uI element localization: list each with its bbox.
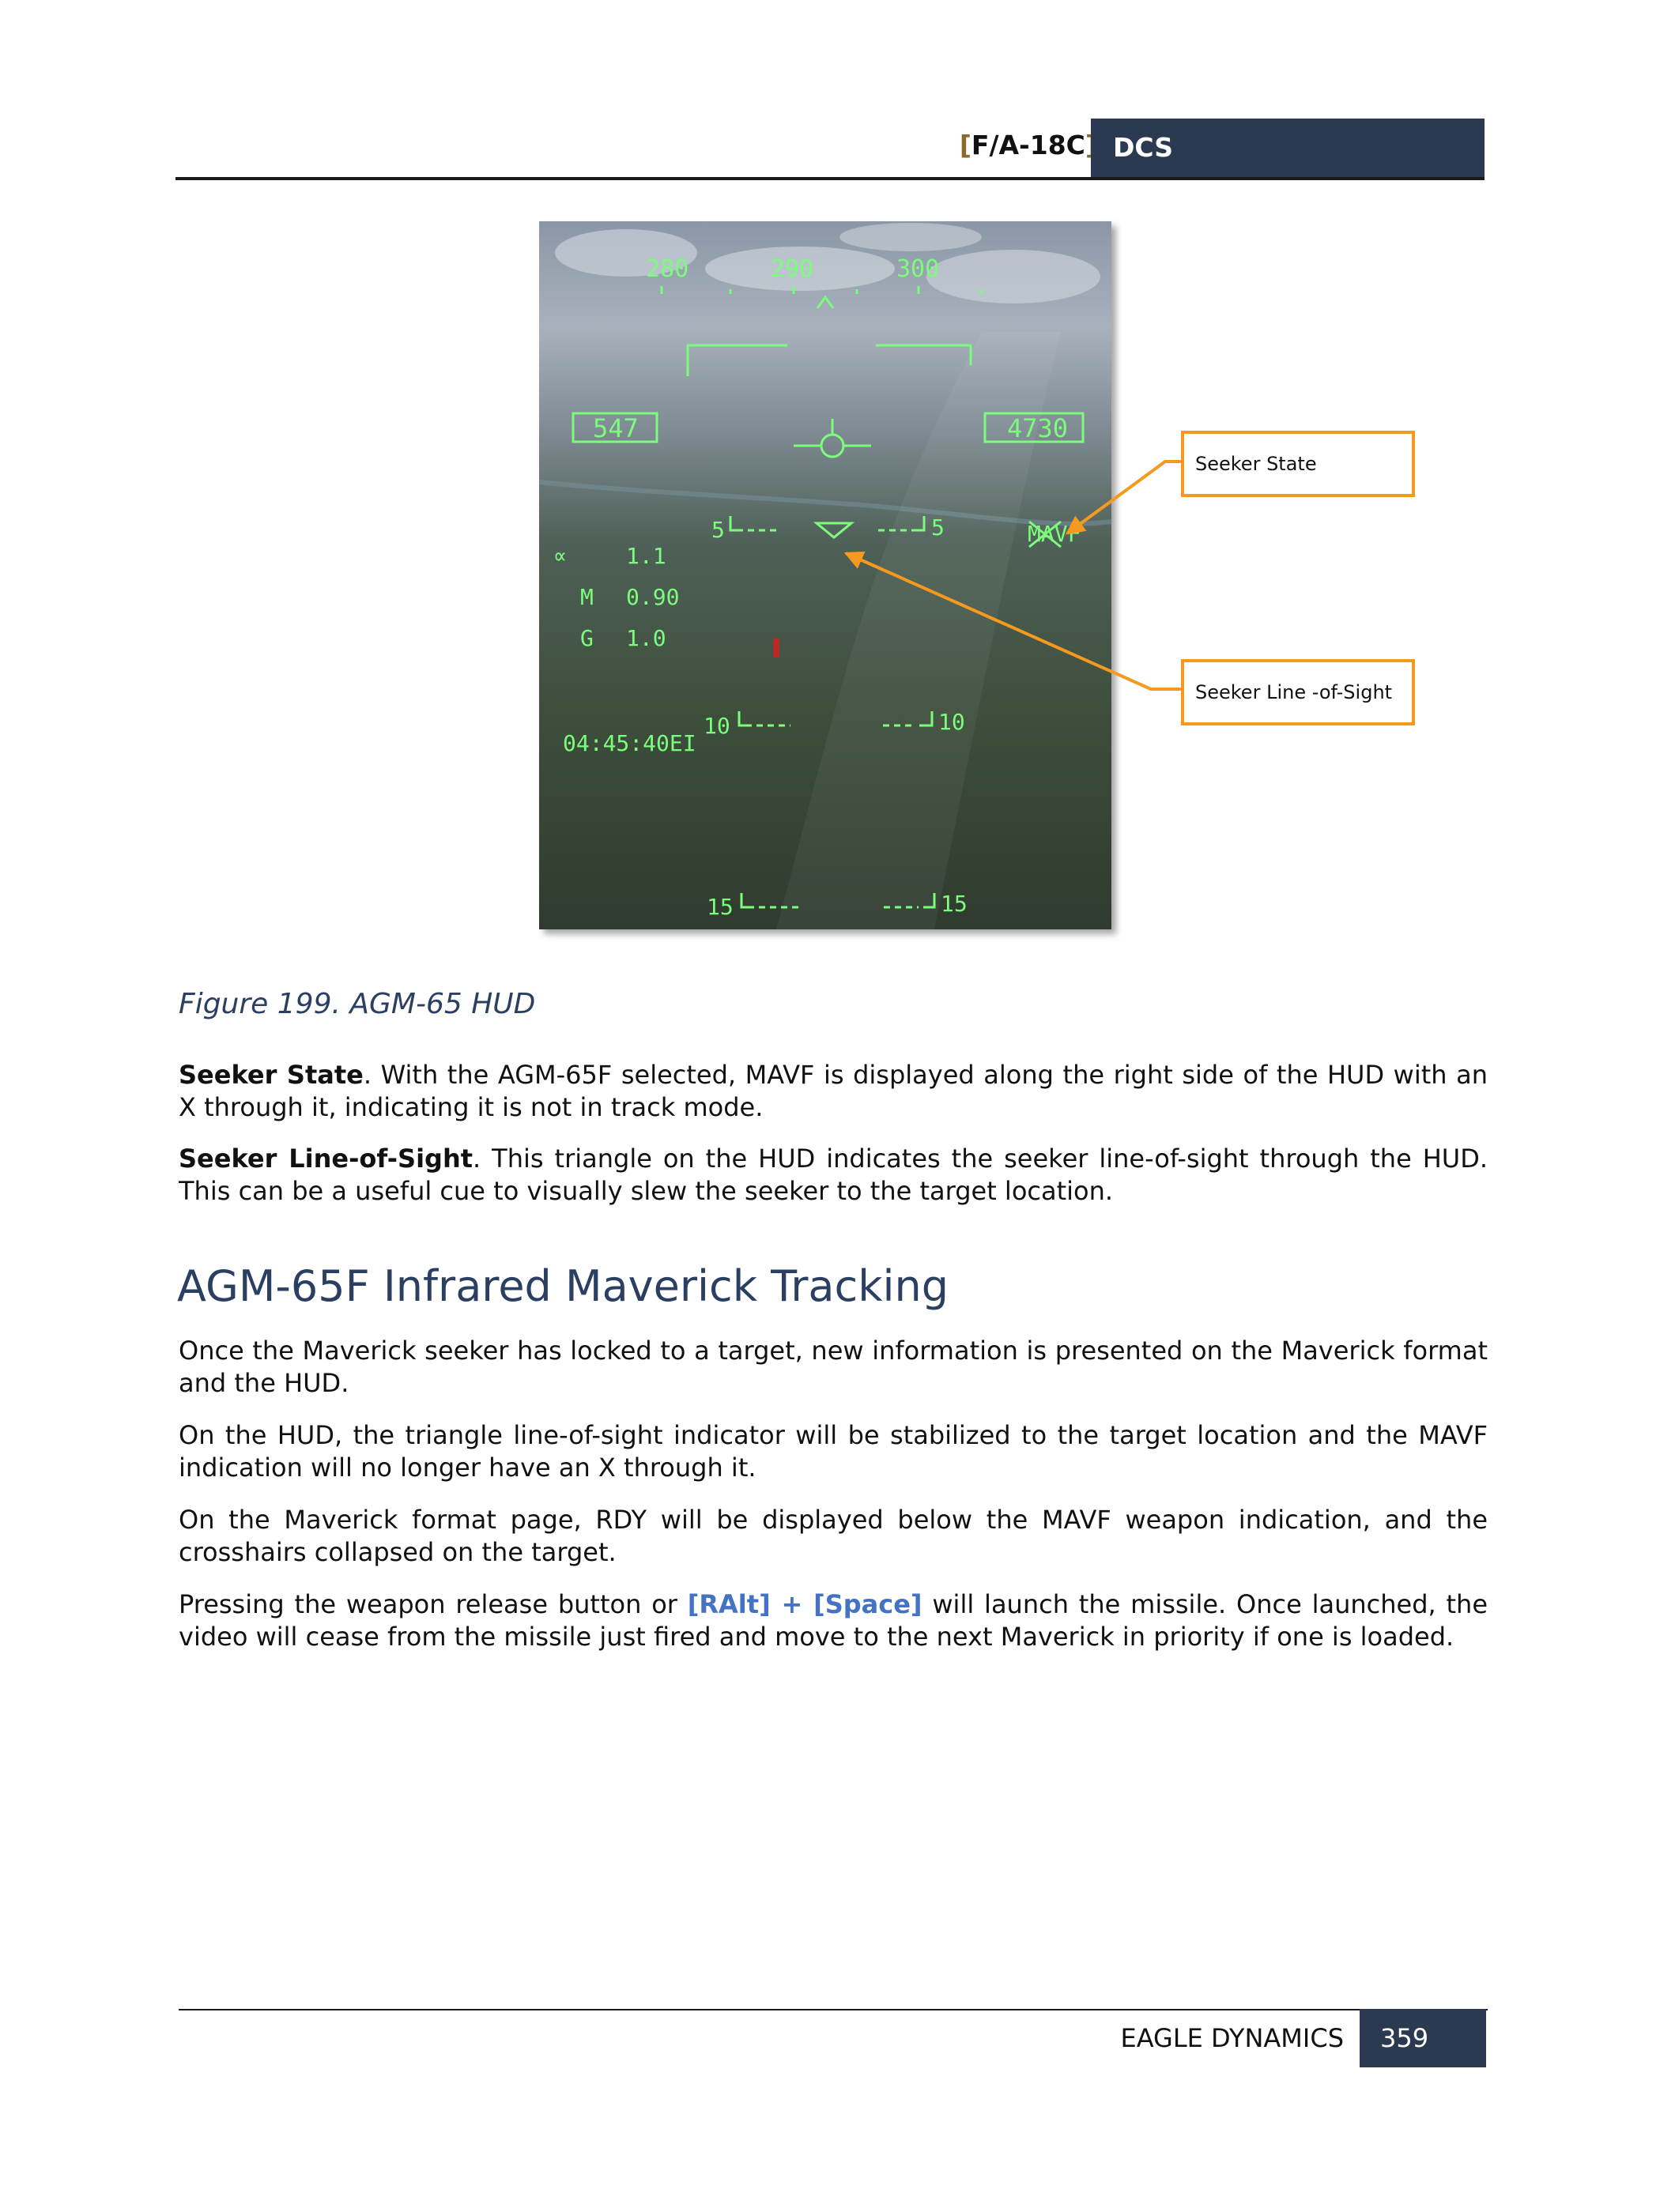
- page-header: [F/A-18C] DCS: [175, 119, 1485, 180]
- aoa-value: 1.1: [626, 543, 666, 569]
- pitch-label: 15: [941, 891, 968, 917]
- pitch-label: 15: [707, 894, 734, 920]
- page-number: 359: [1360, 2009, 1486, 2067]
- brand-tab: DCS: [1091, 119, 1485, 177]
- section-paragraph-4: Pressing the weapon release button or [R…: [179, 1588, 1488, 1653]
- footer-company: EAGLE DYNAMICS: [1120, 2023, 1344, 2053]
- section-heading: AGM-65F Infrared Maverick Tracking: [177, 1261, 949, 1311]
- key-combo: [RAlt] + [Space]: [687, 1589, 922, 1619]
- g-value: 1.0: [626, 625, 666, 651]
- heading-tick: 290: [771, 255, 813, 283]
- aircraft-title: [F/A-18C]: [960, 130, 1097, 160]
- figure-caption: Figure 199. AGM-65 HUD: [179, 988, 536, 1020]
- paragraph-text: . With the AGM-65F selected, MAVF is dis…: [179, 1060, 1488, 1122]
- paragraph-text: Pressing the weapon release button or: [179, 1589, 688, 1619]
- aircraft-name: F/A-18C: [971, 130, 1085, 160]
- callout-seeker-los: Seeker Line -of-Sight: [1181, 659, 1415, 725]
- term-seeker-state: Seeker State: [179, 1060, 364, 1090]
- paragraph-seeker-state: Seeker State. With the AGM-65F selected,…: [179, 1059, 1488, 1124]
- aoa-symbol: ∝: [553, 543, 567, 569]
- mach-value: 0.90: [626, 584, 679, 610]
- clock: 04:45:40EI: [563, 730, 696, 756]
- footer-rule: [179, 2009, 1488, 2010]
- pitch-label: 10: [704, 713, 730, 739]
- section-paragraph-2: On the HUD, the triangle line-of-sight i…: [179, 1420, 1488, 1483]
- pitch-label: 5: [711, 517, 725, 543]
- section-paragraph-3: On the Maverick format page, RDY will be…: [179, 1505, 1488, 1567]
- altitude: 4730: [1007, 413, 1068, 443]
- hud-screenshot: 280 290 300 547 4730 ∝ 1.1 M 0.90 G 1.0 …: [539, 221, 1111, 929]
- heading-tick: 300: [896, 255, 939, 283]
- paragraph-seeker-los: Seeker Line-of-Sight. This triangle on t…: [179, 1143, 1488, 1208]
- section-paragraph-1: Once the Maverick seeker has locked to a…: [179, 1336, 1488, 1398]
- airspeed: 547: [593, 413, 639, 443]
- weapon-mavf: MAVF: [1028, 521, 1081, 547]
- mach-label: M: [580, 584, 594, 610]
- callout-seeker-state: Seeker State: [1181, 431, 1415, 497]
- g-label: G: [580, 625, 594, 651]
- heading-tick: 280: [646, 255, 689, 283]
- pitch-label: 5: [931, 514, 945, 541]
- pitch-label: 10: [938, 709, 965, 735]
- term-seeker-los: Seeker Line-of-Sight: [179, 1144, 473, 1174]
- bracket-open: [: [959, 130, 971, 160]
